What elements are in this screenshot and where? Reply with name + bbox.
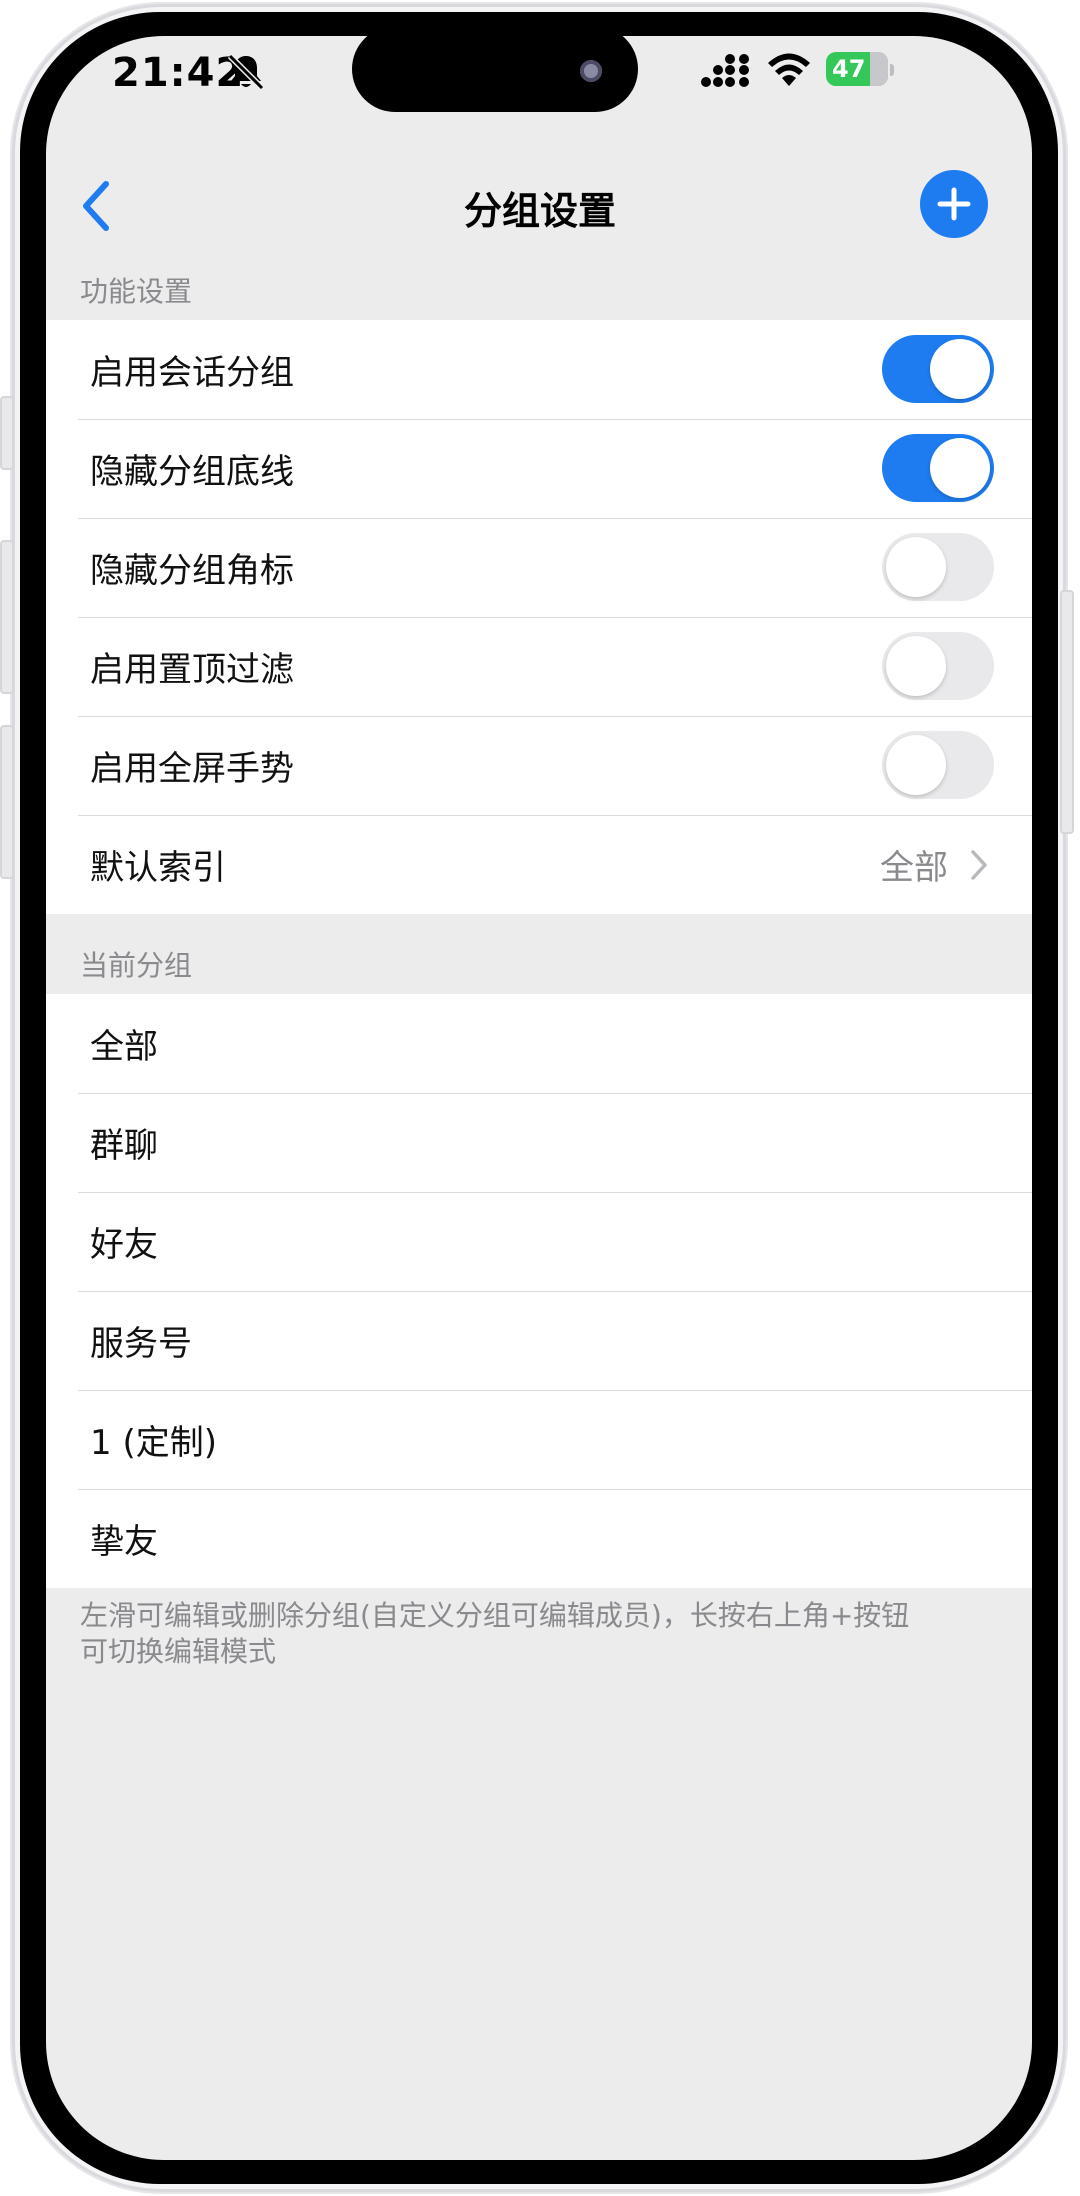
cellular-signal-icon <box>701 54 749 87</box>
footer-note-line2: 可切换编辑模式 <box>80 1635 277 1668</box>
plus-icon <box>937 187 971 221</box>
default-index-label: 默认索引 <box>90 848 226 888</box>
footer-note: 左滑可编辑或删除分组(自定义分组可编辑成员)，长按右上角+按钮 可切换编辑模式 <box>80 1598 960 1670</box>
settings-group: 启用会话分组 隐藏分组底线 隐藏分组角标 启用置顶过滤 启用全屏手势 默认索引 … <box>46 320 1032 914</box>
setting-row-fullscreen-gesture: 启用全屏手势 <box>46 716 1032 815</box>
group-label: 挚友 <box>90 1522 158 1562</box>
add-group-button[interactable] <box>920 170 988 238</box>
group-row[interactable]: 全部 <box>46 994 1032 1093</box>
bell-muted-icon <box>227 53 265 91</box>
group-row[interactable]: 群聊 <box>46 1093 1032 1192</box>
group-label: 群聊 <box>90 1126 158 1166</box>
setting-label: 隐藏分组底线 <box>90 452 294 492</box>
camera-icon <box>580 60 602 82</box>
group-row[interactable]: 服务号 <box>46 1291 1032 1390</box>
toggle-enable-grouping[interactable] <box>882 335 994 403</box>
setting-row-enable-grouping: 启用会话分组 <box>46 320 1032 419</box>
group-row[interactable]: 1 (定制) <box>46 1390 1032 1489</box>
battery-cap <box>890 64 894 76</box>
setting-label: 隐藏分组角标 <box>90 551 294 591</box>
setting-row-pin-filter: 启用置顶过滤 <box>46 617 1032 716</box>
group-label: 全部 <box>90 1027 158 1067</box>
setting-label: 启用全屏手势 <box>90 749 294 789</box>
default-index-value: 全部 <box>880 848 948 888</box>
toggle-pin-filter[interactable] <box>882 632 994 700</box>
chevron-right-icon <box>971 850 987 880</box>
group-label: 服务号 <box>90 1324 192 1364</box>
group-row[interactable]: 好友 <box>46 1192 1032 1291</box>
setting-row-hide-badge: 隐藏分组角标 <box>46 518 1032 617</box>
setting-label: 启用会话分组 <box>90 353 294 393</box>
action-button <box>0 396 14 470</box>
power-button <box>1060 590 1074 834</box>
wifi-icon <box>768 53 810 86</box>
groups-list: 全部 群聊 好友 服务号 1 (定制) 挚友 <box>46 994 1032 1588</box>
footer-note-line1: 左滑可编辑或删除分组(自定义分组可编辑成员)，长按右上角+按钮 <box>80 1599 910 1632</box>
toggle-hide-underline[interactable] <box>882 434 994 502</box>
battery-indicator: 47 <box>826 52 888 86</box>
setting-label: 启用置顶过滤 <box>90 650 294 690</box>
section-header-current: 当前分组 <box>80 949 193 982</box>
status-time: 21:42 <box>112 50 245 96</box>
group-label: 好友 <box>90 1225 158 1265</box>
setting-row-hide-underline: 隐藏分组底线 <box>46 419 1032 518</box>
toggle-fullscreen-gesture[interactable] <box>882 731 994 799</box>
toggle-hide-badge[interactable] <box>882 533 994 601</box>
volume-down-button <box>0 725 14 879</box>
group-row[interactable]: 挚友 <box>46 1489 1032 1588</box>
section-header-function: 功能设置 <box>80 275 193 308</box>
group-label: 1 (定制) <box>90 1423 217 1463</box>
default-index-row[interactable]: 默认索引 全部 <box>46 815 1032 914</box>
page-title: 分组设置 <box>463 189 616 233</box>
volume-up-button <box>0 540 14 694</box>
battery-level: 47 <box>832 55 866 83</box>
